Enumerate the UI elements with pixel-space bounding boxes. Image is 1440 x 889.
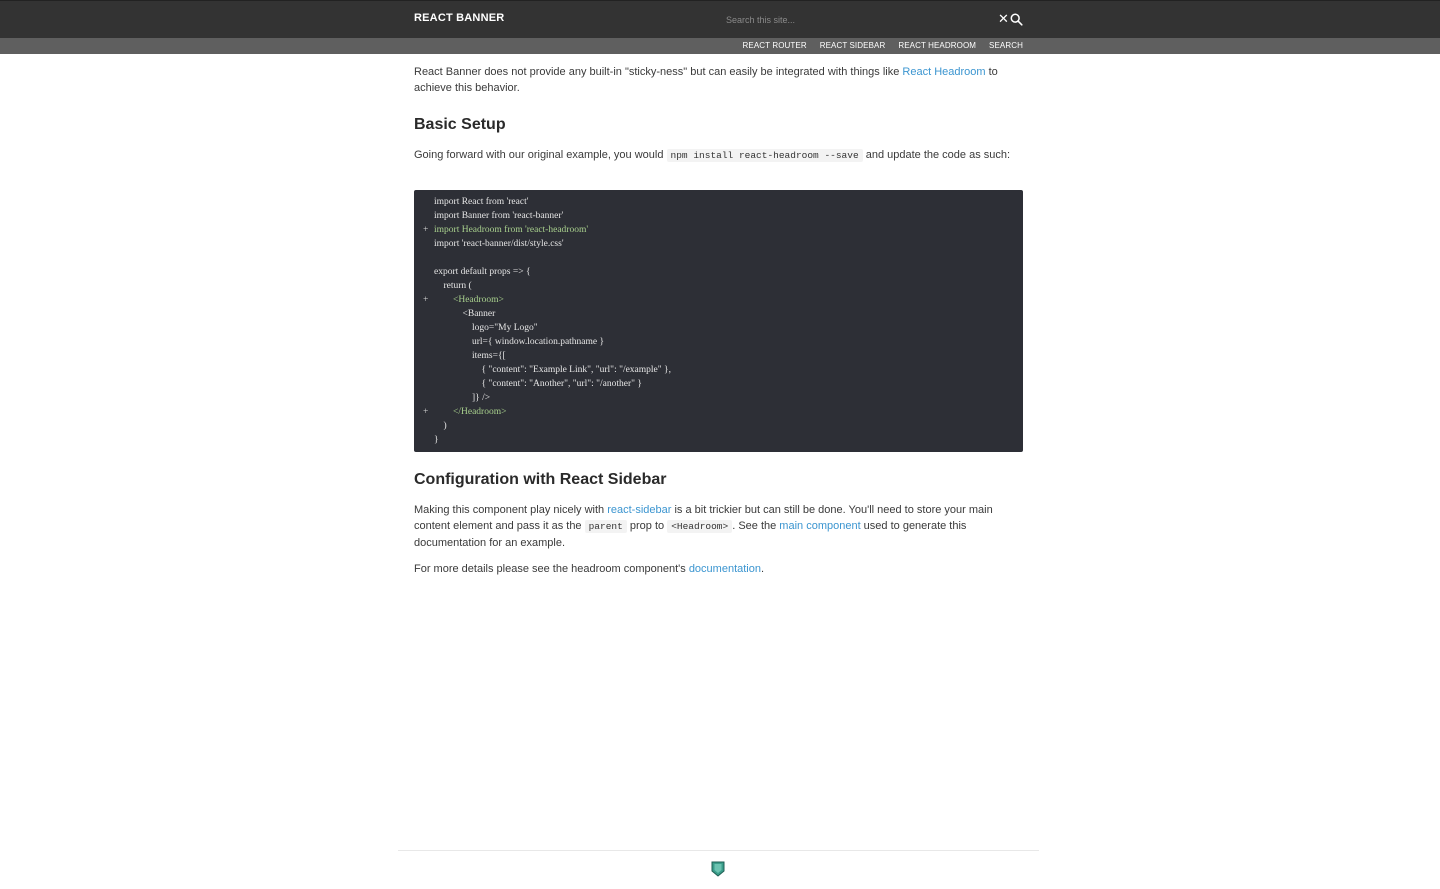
headroom-tag-code: <Headroom> [667, 520, 733, 533]
code-line: logo="My Logo" [414, 321, 1023, 335]
basic-setup-heading: Basic Setup [414, 116, 506, 133]
config-text-4: . See the [732, 520, 780, 532]
main-component-link[interactable]: main component [779, 520, 860, 532]
code-line-text: url={ window.location.pathname } [434, 337, 605, 347]
config-heading: Configuration with React Sidebar [414, 471, 667, 488]
code-line-text: import React from 'react' [434, 197, 529, 207]
nav-link-react-router[interactable]: REACT ROUTER [743, 38, 807, 54]
footer-divider [398, 850, 1039, 851]
config-text-1: Making this component play nicely with [414, 504, 608, 516]
code-line-text: import 'react-banner/dist/style.css' [434, 239, 564, 249]
basic-setup-text-end: and update the code as such: [862, 149, 1011, 161]
close-icon[interactable]: ✕ [998, 12, 1010, 26]
site-brand[interactable]: REACT BANNER [414, 12, 504, 24]
code-line-text: } [434, 435, 439, 445]
code-line: url={ window.location.pathname } [414, 335, 1023, 349]
code-block: import React from 'react' import Banner f… [414, 190, 1023, 452]
parent-prop-code: parent [584, 520, 627, 533]
code-line: ) [414, 419, 1023, 433]
intro-paragraph: React Banner does not provide any built-… [414, 64, 1023, 96]
code-line: { "content": "Another", "url": "/another… [414, 377, 1023, 391]
code-line: + </Headroom> [414, 405, 1023, 419]
basic-setup-paragraph: Going forward with our original example,… [414, 147, 1023, 164]
code-line: { "content": "Example Link", "url": "/ex… [414, 363, 1023, 377]
code-line-text: ) [434, 421, 447, 431]
shield-logo-icon[interactable] [711, 861, 725, 877]
more-details-paragraph: For more details please see the headroom… [414, 561, 1023, 577]
secondary-nav-inner: REACT ROUTER REACT SIDEBAR REACT HEADROO… [414, 38, 1023, 54]
code-line-text: return ( [434, 281, 472, 291]
code-line-text: ]} /> [434, 393, 491, 403]
documentation-link[interactable]: documentation [689, 563, 761, 575]
code-line-text: <Banner [434, 309, 496, 319]
code-line-text: export default props => { [434, 267, 531, 277]
code-line: } [414, 433, 1023, 447]
code-line: import React from 'react' [414, 195, 1023, 209]
install-command-code: npm install react-headroom --save [666, 149, 863, 162]
code-line: import 'react-banner/dist/style.css' [414, 237, 1023, 251]
code-line-text: items={[ [434, 351, 506, 361]
code-line: + import Headroom from 'react-headroom' [414, 223, 1023, 237]
code-line-text: import Banner from 'react-banner' [434, 211, 564, 221]
code-line-text: { "content": "Example Link", "url": "/ex… [434, 365, 671, 375]
code-line: export default props => { [414, 265, 1023, 279]
code-line-text: <Headroom> [434, 295, 504, 305]
header-inner: REACT BANNER ✕ [414, 1, 1023, 39]
code-line: import Banner from 'react-banner' [414, 209, 1023, 223]
more-text-end: . [760, 563, 765, 575]
diff-marker: + [423, 225, 429, 235]
secondary-nav: REACT ROUTER REACT SIDEBAR REACT HEADROO… [0, 38, 1440, 54]
more-text: For more details please see the headroom… [414, 563, 689, 575]
code-line-text: import Headroom from 'react-headroom' [434, 225, 589, 235]
basic-setup-text: Going forward with our original example,… [414, 149, 667, 161]
config-text-3: prop to [626, 520, 668, 532]
config-paragraph: Making this component play nicely with r… [414, 502, 1023, 551]
nav-link-search[interactable]: SEARCH [989, 38, 1023, 54]
react-sidebar-link[interactable]: react-sidebar [607, 504, 671, 516]
top-header-bar: REACT BANNER ✕ [0, 0, 1440, 38]
diff-marker: + [423, 295, 429, 305]
code-line: return ( [414, 279, 1023, 293]
code-line-text: </Headroom> [434, 407, 507, 417]
nav-link-react-sidebar[interactable]: REACT SIDEBAR [820, 38, 886, 54]
code-line: + <Headroom> [414, 293, 1023, 307]
code-line: items={[ [414, 349, 1023, 363]
code-line: ]} /> [414, 391, 1023, 405]
intro-text: React Banner does not provide any built-… [414, 66, 903, 78]
diff-marker: + [423, 407, 429, 417]
code-line-text: { "content": "Another", "url": "/another… [434, 379, 642, 389]
code-line: <Banner [414, 307, 1023, 321]
code-line-text: logo="My Logo" [434, 323, 538, 333]
nav-link-react-headroom[interactable]: REACT HEADROOM [898, 38, 976, 54]
react-headroom-link[interactable]: React Headroom [902, 66, 985, 78]
search-icon[interactable] [1010, 13, 1023, 26]
search-input[interactable] [726, 11, 986, 29]
